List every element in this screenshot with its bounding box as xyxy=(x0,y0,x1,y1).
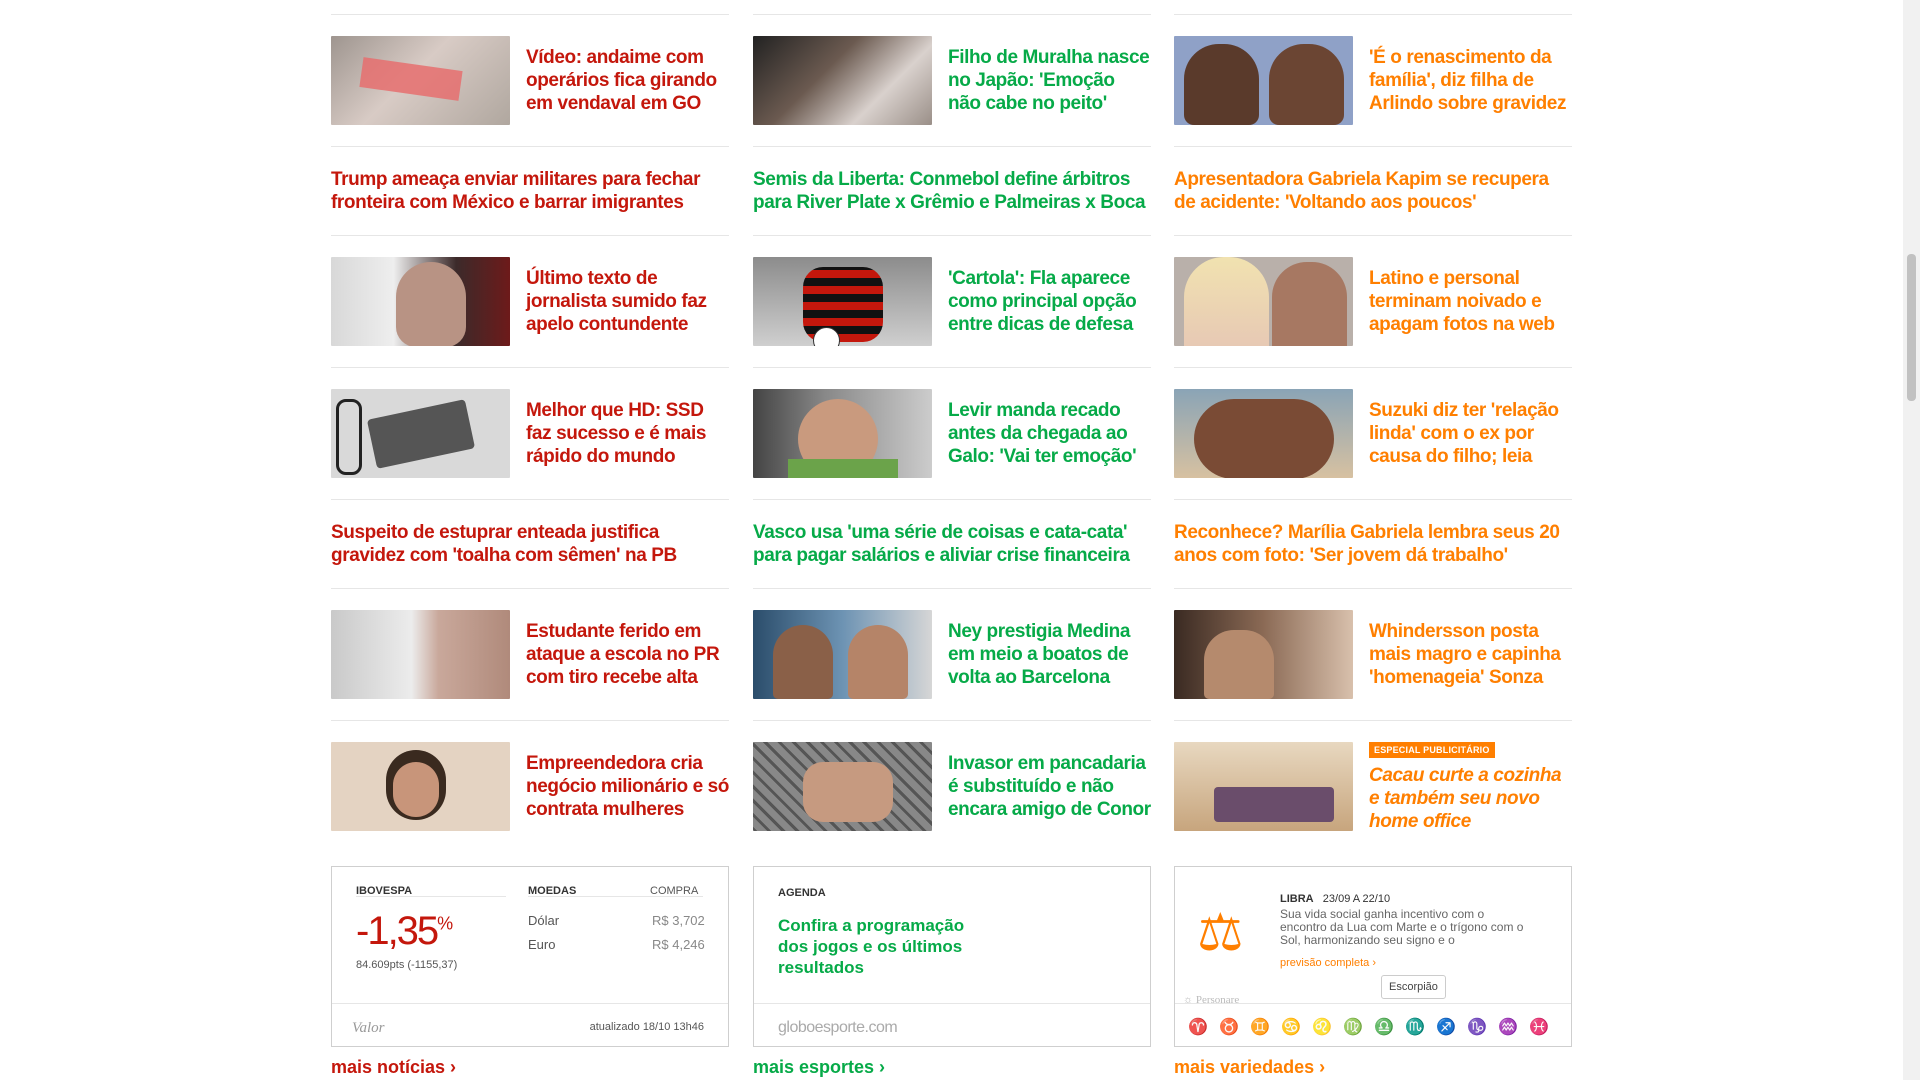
valor-logo: Valor xyxy=(352,1020,385,1036)
currency-name: Euro xyxy=(528,937,556,952)
sports-item[interactable]: Ney prestigia Medina em meio a boatos de… xyxy=(753,589,1151,720)
sports-item[interactable]: 'Cartola': Fla aparece como principal op… xyxy=(753,236,1151,367)
headline[interactable]: Levir manda recado antes da chegada ao G… xyxy=(948,399,1151,468)
entertainment-item[interactable]: 'É o renascimento da família', diz filha… xyxy=(1174,15,1572,146)
headline[interactable]: 'É o renascimento da família', diz filha… xyxy=(1369,46,1572,115)
agenda-text[interactable]: Confira a programação dos jogos e os últ… xyxy=(778,915,998,978)
headline[interactable]: Semis da Liberta: Conmebol define árbitr… xyxy=(753,168,1151,214)
sponsored-badge: ESPECIAL PUBLICITÁRIO xyxy=(1369,742,1495,758)
headline[interactable]: Whindersson posta mais magro e capinha '… xyxy=(1369,620,1572,689)
index-value: -1,35% xyxy=(356,909,453,953)
horoscope-text: Sua vida social ganha incentivo com o en… xyxy=(1280,907,1524,947)
sponsored-item[interactable]: ESPECIAL PUBLICITÁRIO Cacau curte a cozi… xyxy=(1174,721,1572,852)
sign-tooltip: Escorpião xyxy=(1381,975,1446,999)
baby-photo[interactable] xyxy=(753,36,932,125)
scorpio-icon[interactable]: ♏ xyxy=(1404,1016,1426,1038)
aquarius-icon[interactable]: ♒ xyxy=(1497,1016,1519,1038)
sports-item[interactable]: Semis da Liberta: Conmebol define árbitr… xyxy=(753,147,1151,235)
headline[interactable]: Invasor em pancadaria é substituído e nã… xyxy=(948,752,1151,821)
headline[interactable]: Vídeo: andaime com operários fica girand… xyxy=(526,46,729,115)
headline[interactable]: Empreendedora cria negócio milionário e … xyxy=(526,752,729,821)
room-photo[interactable] xyxy=(1174,742,1353,831)
taurus-icon[interactable]: ♉ xyxy=(1218,1016,1240,1038)
headline[interactable]: Apresentadora Gabriela Kapim se recupera… xyxy=(1174,168,1572,214)
sports-item[interactable]: Levir manda recado antes da chegada ao G… xyxy=(753,368,1151,499)
beach-photo[interactable] xyxy=(1174,389,1353,478)
agenda-label: AGENDA xyxy=(778,887,826,899)
agenda-widget: AGENDA Confira a programação dos jogos e… xyxy=(753,866,1151,1047)
zodiac-sign-bar: ♈ ♉ ♊ ♋ ♌ ♍ ♎ ♏ ♐ ♑ ♒ ♓ xyxy=(1187,1016,1550,1038)
libra-icon[interactable]: ♎ xyxy=(1373,1016,1395,1038)
coach-photo[interactable] xyxy=(753,389,932,478)
news-item[interactable]: Estudante ferido em ataque a escola no P… xyxy=(331,589,729,720)
index-points: 84.609pts (-1155,37) xyxy=(356,959,458,971)
sports-column: Filho de Muralha nasce no Japão: 'Emoção… xyxy=(753,0,1151,852)
news-column: Vídeo: andaime com operários fica girand… xyxy=(331,0,729,852)
mma-photo[interactable] xyxy=(753,742,932,831)
entertainment-item[interactable]: Reconhece? Marília Gabriela lembra seus … xyxy=(1174,500,1572,588)
headline[interactable]: Ney prestigia Medina em meio a boatos de… xyxy=(948,620,1151,689)
news-item[interactable]: Melhor que HD: SSD faz sucesso e é mais … xyxy=(331,368,729,499)
headline[interactable]: Vasco usa 'uma série de coisas e cata-ca… xyxy=(753,521,1151,567)
horoscope-header: LIBRA 23/09 A 22/10 xyxy=(1280,893,1391,905)
cancer-icon[interactable]: ♋ xyxy=(1280,1016,1302,1038)
journalist-photo[interactable] xyxy=(331,257,510,346)
virgo-icon[interactable]: ♍ xyxy=(1342,1016,1364,1038)
currency-value: R$ 4,246 xyxy=(652,937,705,952)
sports-item[interactable]: Invasor em pancadaria é substituído e nã… xyxy=(753,721,1151,852)
vertical-scrollbar[interactable] xyxy=(1903,0,1920,1080)
currency-value: R$ 3,702 xyxy=(652,913,705,928)
headline[interactable]: 'Cartola': Fla aparece como principal op… xyxy=(948,267,1151,336)
student-photo[interactable] xyxy=(331,610,510,699)
globoesporte-logo[interactable]: globoesporte.com xyxy=(778,1019,898,1037)
headline[interactable]: Latino e personal terminam noivado e apa… xyxy=(1369,267,1572,336)
entertainment-item[interactable]: Suzuki diz ter 'relação linda' com o ex … xyxy=(1174,368,1572,499)
market-widget: IBOVESPA -1,35% 84.609pts (-1155,37) MOE… xyxy=(331,866,729,1047)
entrepreneur-photo[interactable] xyxy=(331,742,510,831)
headline[interactable]: Filho de Muralha nasce no Japão: 'Emoção… xyxy=(948,46,1151,115)
horoscope-widget: ⚖ LIBRA 23/09 A 22/10 Sua vida social ga… xyxy=(1174,866,1572,1047)
aries-icon[interactable]: ♈ xyxy=(1187,1016,1209,1038)
headline[interactable]: Trump ameaça enviar militares para fecha… xyxy=(331,168,729,214)
capricorn-icon[interactable]: ♑ xyxy=(1466,1016,1488,1038)
neymar-photo[interactable] xyxy=(753,610,932,699)
news-item[interactable]: Suspeito de estuprar enteada justifica g… xyxy=(331,500,729,588)
news-item[interactable]: Empreendedora cria negócio milionário e … xyxy=(331,721,729,852)
entertainment-item[interactable]: Latino e personal terminam noivado e apa… xyxy=(1174,236,1572,367)
news-item[interactable]: Vídeo: andaime com operários fica girand… xyxy=(331,15,729,146)
more-news-link[interactable]: mais notícias › xyxy=(331,1057,456,1078)
couple-photo[interactable] xyxy=(1174,257,1353,346)
family-photo[interactable] xyxy=(1174,36,1353,125)
scaffold-photo[interactable] xyxy=(331,36,510,125)
headline[interactable]: Estudante ferido em ataque a escola no P… xyxy=(526,620,729,689)
full-forecast-link[interactable]: previsão completa › xyxy=(1280,957,1376,969)
personare-logo: ☼ Personare xyxy=(1183,994,1240,1006)
ssd-photo[interactable] xyxy=(331,389,510,478)
leo-icon[interactable]: ♌ xyxy=(1311,1016,1333,1038)
headline[interactable]: Reconhece? Marília Gabriela lembra seus … xyxy=(1174,521,1572,567)
pisces-icon[interactable]: ♓ xyxy=(1528,1016,1550,1038)
libra-icon: ⚖ xyxy=(1197,904,1244,962)
gemini-icon[interactable]: ♊ xyxy=(1249,1016,1271,1038)
headline[interactable]: Cacau curte a cozinha e também seu novo … xyxy=(1369,764,1572,833)
scrollbar-thumb[interactable] xyxy=(1907,254,1916,401)
entertainment-column: 'É o renascimento da família', diz filha… xyxy=(1174,0,1572,852)
currency-name: Dólar xyxy=(528,913,560,928)
updated-time: atualizado 18/10 13h46 xyxy=(589,1021,704,1033)
headline[interactable]: Melhor que HD: SSD faz sucesso e é mais … xyxy=(526,399,729,468)
more-variety-link[interactable]: mais variedades › xyxy=(1174,1057,1325,1078)
entertainment-item[interactable]: Whindersson posta mais magro e capinha '… xyxy=(1174,589,1572,720)
football-photo[interactable] xyxy=(753,257,932,346)
headline[interactable]: Suzuki diz ter 'relação linda' com o ex … xyxy=(1369,399,1572,468)
headline[interactable]: Último texto de jornalista sumido faz ap… xyxy=(526,267,729,336)
selfie-photo[interactable] xyxy=(1174,610,1353,699)
more-sports-link[interactable]: mais esportes › xyxy=(753,1057,885,1078)
sports-item[interactable]: Filho de Muralha nasce no Japão: 'Emoção… xyxy=(753,15,1151,146)
news-item[interactable]: Trump ameaça enviar militares para fecha… xyxy=(331,147,729,235)
sagittarius-icon[interactable]: ♐ xyxy=(1435,1016,1457,1038)
sports-item[interactable]: Vasco usa 'uma série de coisas e cata-ca… xyxy=(753,500,1151,588)
headline[interactable]: Suspeito de estuprar enteada justifica g… xyxy=(331,521,729,567)
entertainment-item[interactable]: Apresentadora Gabriela Kapim se recupera… xyxy=(1174,147,1572,235)
news-item[interactable]: Último texto de jornalista sumido faz ap… xyxy=(331,236,729,367)
